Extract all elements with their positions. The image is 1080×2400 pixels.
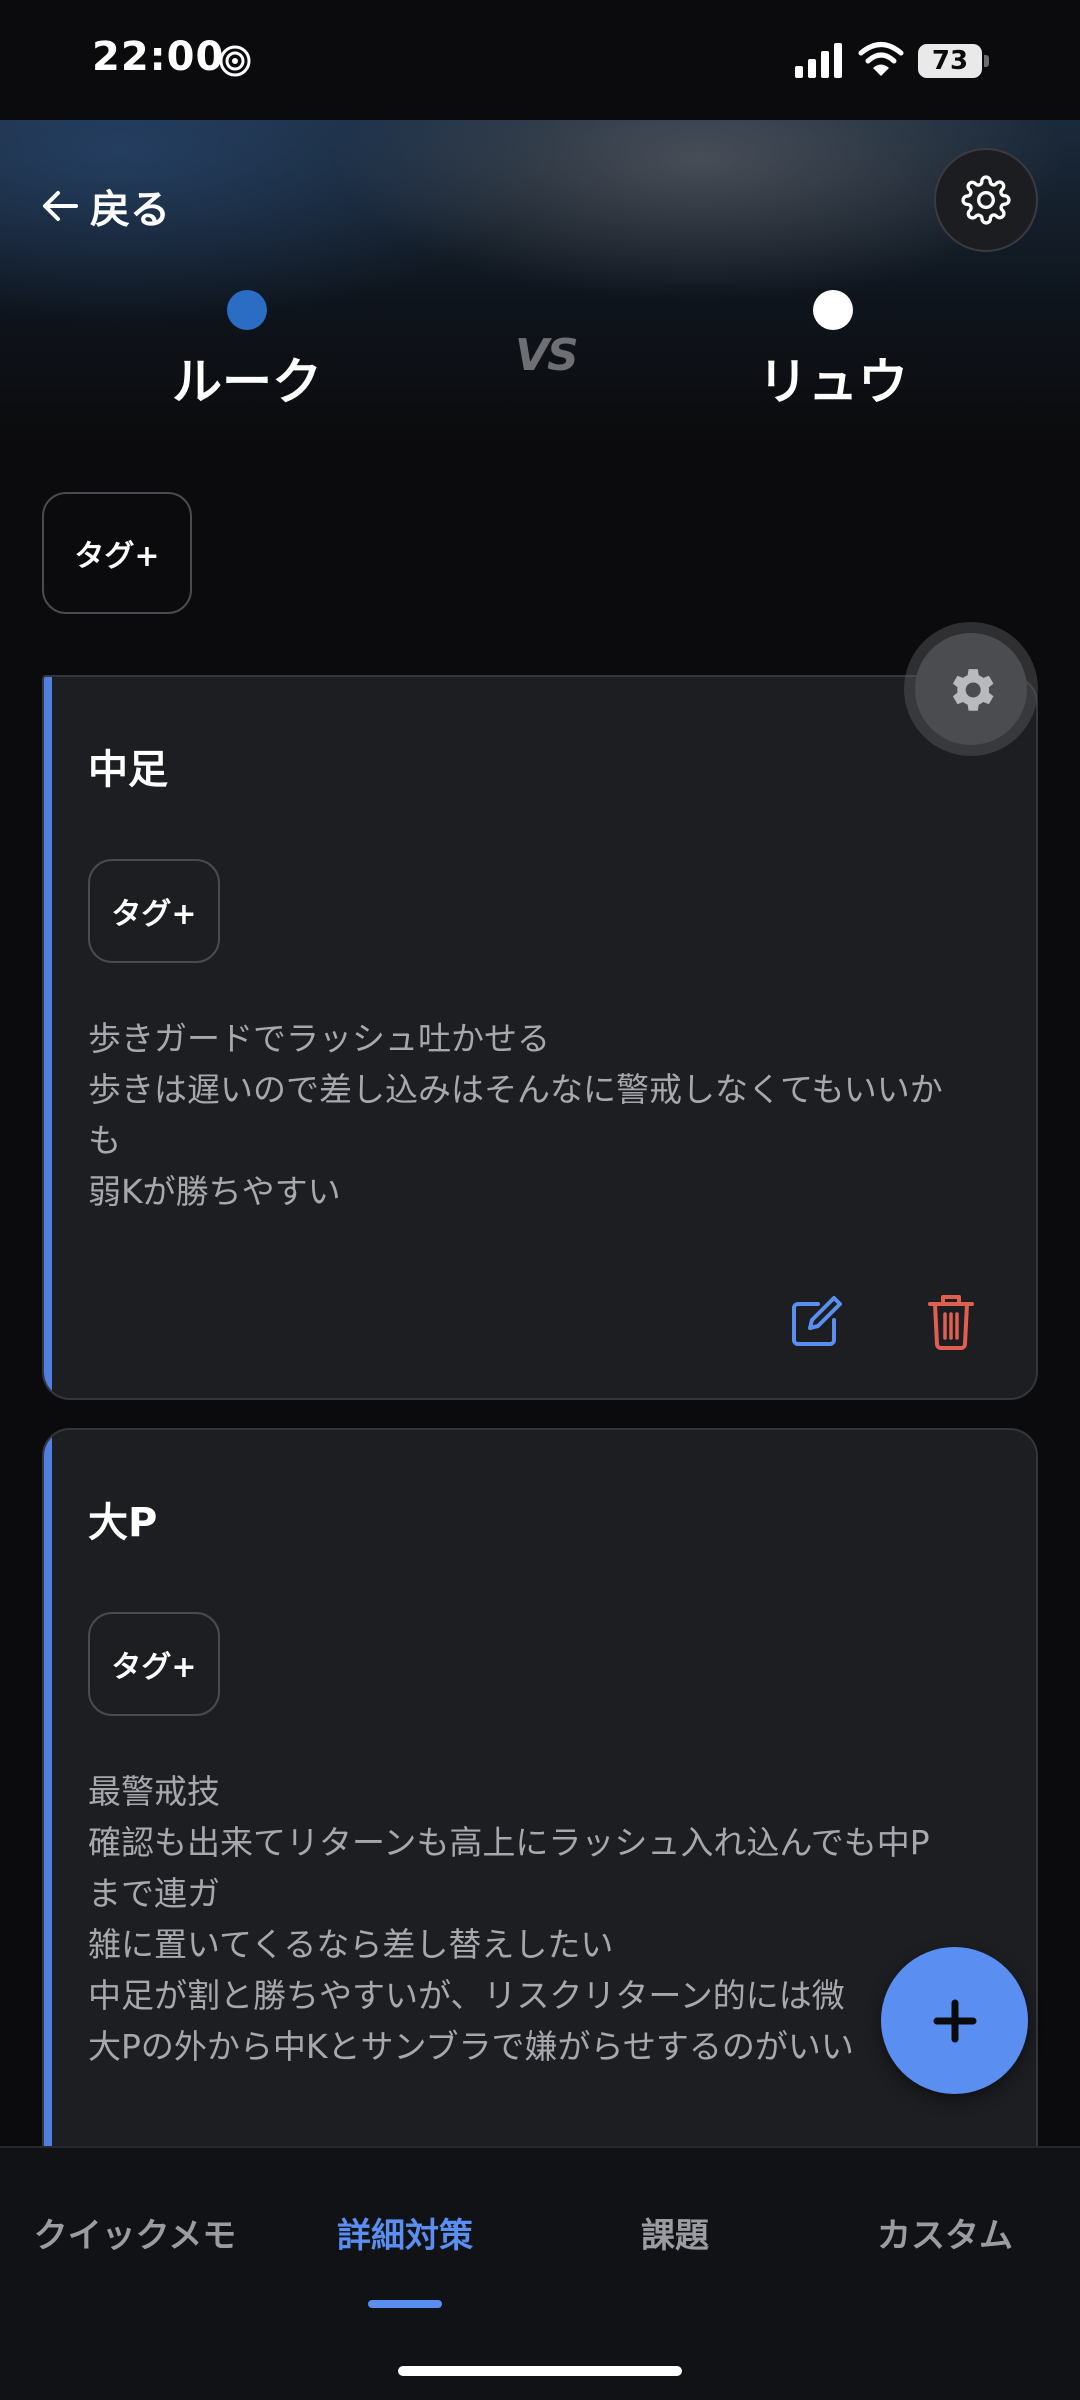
vs-label: VS xyxy=(515,330,579,381)
home-indicator[interactable] xyxy=(398,2366,682,2376)
card-text-line: 確認も出来てリターンも高上にラッシュ入れ込んでも中P xyxy=(88,1823,930,1862)
player-right: リュウ xyxy=(683,290,983,414)
player-left-name: ルーク xyxy=(172,353,322,411)
memo-card: 中足 タグ+ 歩きガードでラッシュ吐かせる 歩きは遅いので差し込みはそんなに警戒… xyxy=(42,675,1038,1400)
status-time: 22:00 xyxy=(92,34,225,80)
add-tag-button[interactable]: タグ+ xyxy=(42,492,192,614)
memo-card: 大P タグ+ 最警戒技 確認も出来てリターンも高上にラッシュ入れ込んでも中P ま… xyxy=(42,1428,1038,2188)
back-label: 戻る xyxy=(90,187,170,233)
add-note-button[interactable] xyxy=(881,1947,1028,2094)
card-text-line: 歩きは遅いので差し込みはそんなに警戒しなくてもいいか xyxy=(88,1070,943,1109)
card-title: 大P xyxy=(88,1500,158,1546)
trash-icon[interactable] xyxy=(926,1292,976,1350)
tab-custom[interactable]: カスタム xyxy=(810,2208,1080,2257)
card-text-line: 弱Kが勝ちやすい xyxy=(88,1172,341,1211)
tab-quick-memo[interactable]: クイックメモ xyxy=(0,2208,270,2257)
card-add-tag-button[interactable]: タグ+ xyxy=(88,1612,220,1716)
tab-issues[interactable]: 課題 xyxy=(540,2208,810,2257)
edit-icon[interactable] xyxy=(788,1294,844,1350)
card-text-line: 雑に置いてくるなら差し替えしたい xyxy=(88,1925,614,1964)
battery-indicator: 73 xyxy=(918,44,989,78)
gear-icon xyxy=(961,175,1011,225)
plus-icon xyxy=(933,1999,976,2042)
matchup-header: 戻る ルーク VS リュウ xyxy=(0,120,1080,440)
card-text-line: も xyxy=(88,1121,121,1160)
card-text-line: 中足が割と勝ちやすいが、リスクリターン的には微 xyxy=(88,1976,845,2015)
card-title: 中足 xyxy=(88,747,168,793)
card-text-line: 大Pの外から中Kとサンブラで嫌がらせするのがいい xyxy=(88,2027,854,2066)
back-button[interactable]: 戻る xyxy=(40,174,170,238)
card-add-tag-button[interactable]: タグ+ xyxy=(88,859,220,963)
matchup: ルーク VS リュウ xyxy=(0,290,1080,430)
battery-cap xyxy=(984,55,989,67)
player-right-color-dot xyxy=(813,290,853,330)
focus-mode-icon xyxy=(219,45,251,77)
cellular-signal-icon xyxy=(795,43,842,78)
player-left: ルーク xyxy=(97,290,397,414)
battery-level: 73 xyxy=(931,46,969,76)
player-right-name: リュウ xyxy=(758,353,908,411)
active-tab-indicator xyxy=(368,2300,442,2308)
floating-gear-inner xyxy=(915,633,1027,745)
gear-icon xyxy=(952,669,994,711)
bottom-nav: クイックメモ 詳細対策 課題 カスタム xyxy=(0,2146,1080,2400)
card-text-line: まで連ガ xyxy=(88,1874,220,1913)
status-bar: 22:00 73 xyxy=(0,0,1080,120)
card-text-line: 歩きガードでラッシュ吐かせる xyxy=(88,1019,550,1058)
tab-detailed-strategy[interactable]: 詳細対策 xyxy=(270,2208,540,2257)
settings-button[interactable] xyxy=(934,148,1038,252)
player-left-color-dot xyxy=(227,290,267,330)
card-body-text: 歩きガードでラッシュ吐かせる 歩きは遅いので差し込みはそんなに警戒しなくてもいい… xyxy=(88,1013,998,1217)
app-screen: 22:00 73 戻る ルーク VS リュウ タグ+ 中足 タグ+ 歩きガードで… xyxy=(0,0,1080,2400)
card-text-line: 最警戒技 xyxy=(88,1772,220,1811)
card-body-text: 最警戒技 確認も出来てリターンも高上にラッシュ入れ込んでも中P まで連ガ 雑に置… xyxy=(88,1766,998,2072)
back-arrow-icon xyxy=(43,191,78,221)
floating-settings-button[interactable] xyxy=(904,622,1038,756)
wifi-icon xyxy=(858,42,904,76)
